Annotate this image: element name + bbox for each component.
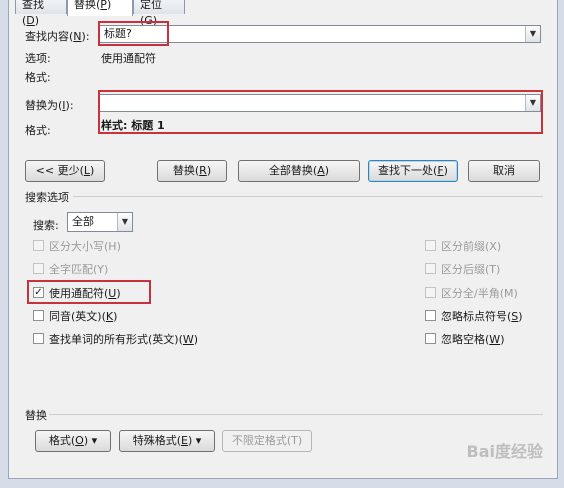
less-button-text: << 更少( xyxy=(35,164,84,177)
find-label-key: N xyxy=(73,30,82,43)
special-button-end: ) ▾ xyxy=(187,434,202,447)
search-scope-label: 搜索: xyxy=(33,219,59,232)
find-replace-dialog: 查找(D) 替换(P) 定位(G) 查找内容(N): 标题? ▼ 选项: 使用通… xyxy=(8,0,558,479)
search-options-title: 搜索选项 xyxy=(25,191,69,204)
replace-button-key: R xyxy=(199,164,207,177)
replace-all-button[interactable]: 全部替换(A) xyxy=(238,160,360,182)
replace-button[interactable]: 替换(R) xyxy=(157,160,227,182)
sounds-like-key: K xyxy=(105,310,114,323)
replace-format-value: 样式: 标题 1 xyxy=(101,119,165,132)
word-forms-key: W xyxy=(182,333,194,346)
special-button[interactable]: 特殊格式(E) ▾ xyxy=(119,430,215,452)
find-label: 查找内容(N): xyxy=(25,28,90,44)
format-button-key: O xyxy=(75,434,84,447)
watermark-text: Bai度经验 xyxy=(466,442,543,461)
width-label: 区分全/半角(M) xyxy=(441,287,518,300)
ignore-space-end: ) xyxy=(500,333,505,346)
tab-replace-label: 替换( xyxy=(74,0,101,11)
find-next-text: 查找下一处( xyxy=(378,164,438,177)
match-prefix-label: 区分前缀(X) xyxy=(441,240,502,253)
search-scope-arrow-icon[interactable]: ▼ xyxy=(117,213,132,231)
replace-section-divider xyxy=(49,414,543,415)
ignore-punct-text: 忽略标点符号( xyxy=(441,310,512,323)
options-label: 选项: xyxy=(25,52,51,65)
wildcards-text: 使用通配符( xyxy=(49,287,109,300)
tab-find-end: ) xyxy=(34,14,40,27)
replace-format-label: 格式: xyxy=(25,124,51,137)
find-label-end: ): xyxy=(81,30,90,43)
format-button[interactable]: 格式(O) ▾ xyxy=(35,430,111,452)
match-suffix-checkbox[interactable] xyxy=(425,263,436,274)
replace-all-text: 全部替换( xyxy=(268,164,318,177)
ignore-punct-end: ) xyxy=(518,310,523,323)
wildcards-checkbox[interactable]: ✓ xyxy=(33,287,44,298)
replace-all-end: ) xyxy=(324,164,330,177)
sounds-like-text: 同音(英文)( xyxy=(49,310,106,323)
replace-section-title: 替换 xyxy=(25,409,47,422)
replace-dropdown-arrow-icon[interactable]: ▼ xyxy=(525,95,540,111)
ignore-space-text: 忽略空格( xyxy=(441,333,490,346)
ignore-space-key: W xyxy=(489,333,501,346)
special-button-text: 特殊格式( xyxy=(132,434,182,447)
tab-replace-key: P xyxy=(100,0,107,11)
ignore-punct-label: 忽略标点符号(S) xyxy=(441,308,523,324)
options-value: 使用通配符 xyxy=(101,52,156,65)
less-button[interactable]: << 更少(L) xyxy=(25,160,105,182)
word-forms-end: ) xyxy=(193,333,199,346)
wildcards-end: ) xyxy=(116,287,121,300)
replace-label-end: ): xyxy=(65,99,74,112)
whole-word-checkbox[interactable] xyxy=(33,263,44,274)
format-button-text: 格式( xyxy=(48,434,76,447)
replace-input[interactable]: ▼ xyxy=(99,94,541,112)
match-suffix-label: 区分后缀(T) xyxy=(441,263,501,276)
match-prefix-checkbox[interactable] xyxy=(425,240,436,251)
ignore-punct-checkbox[interactable] xyxy=(425,310,436,321)
wildcards-label: 使用通配符(U) xyxy=(49,285,121,301)
ignore-space-label: 忽略空格(W) xyxy=(441,331,504,347)
replace-label: 替换为(I): xyxy=(25,97,74,113)
tab-replace-end: ) xyxy=(106,0,112,11)
sounds-like-end: ) xyxy=(113,310,118,323)
tab-replace[interactable]: 替换(P) xyxy=(67,0,133,16)
match-case-label: 区分大小写(H) xyxy=(49,240,121,253)
replace-label-text: 替换为( xyxy=(25,99,63,112)
find-input-value: 标题? xyxy=(104,27,132,40)
word-forms-text: 查找单词的所有形式(英文)( xyxy=(49,333,183,346)
word-forms-checkbox[interactable] xyxy=(33,333,44,344)
find-label-text: 查找内容( xyxy=(25,30,74,43)
find-next-button[interactable]: 查找下一处(F) xyxy=(368,160,458,182)
cancel-button[interactable]: 取消 xyxy=(468,160,540,182)
search-scope-select[interactable]: 全部 ▼ xyxy=(67,212,133,232)
tab-goto[interactable]: 定位(G) xyxy=(133,0,185,27)
find-next-end: ) xyxy=(443,164,448,177)
word-forms-label: 查找单词的所有形式(英文)(W) xyxy=(49,331,198,347)
replace-button-end: ) xyxy=(206,164,212,177)
find-format-label: 格式: xyxy=(25,71,51,84)
tab-find[interactable]: 查找(D) xyxy=(15,0,67,27)
find-dropdown-arrow-icon[interactable]: ▼ xyxy=(525,26,540,42)
sounds-like-label: 同音(英文)(K) xyxy=(49,308,117,324)
replace-all-key: A xyxy=(317,164,325,177)
special-button-key: E xyxy=(181,434,188,447)
find-input[interactable]: 标题? ▼ xyxy=(99,25,541,43)
format-button-end: ) ▾ xyxy=(83,434,98,447)
replace-button-text: 替换( xyxy=(172,164,200,177)
search-options-divider xyxy=(73,196,543,197)
no-formatting-button[interactable]: 不限定格式(T) xyxy=(222,430,312,452)
whole-word-label: 全字匹配(Y) xyxy=(49,263,109,276)
less-button-end: ) xyxy=(90,164,95,177)
match-case-checkbox[interactable] xyxy=(33,240,44,251)
width-checkbox[interactable] xyxy=(425,287,436,298)
search-scope-value: 全部 xyxy=(72,215,94,228)
ignore-space-checkbox[interactable] xyxy=(425,333,436,344)
tab-find-key: D xyxy=(26,14,35,27)
sounds-like-checkbox[interactable] xyxy=(33,310,44,321)
